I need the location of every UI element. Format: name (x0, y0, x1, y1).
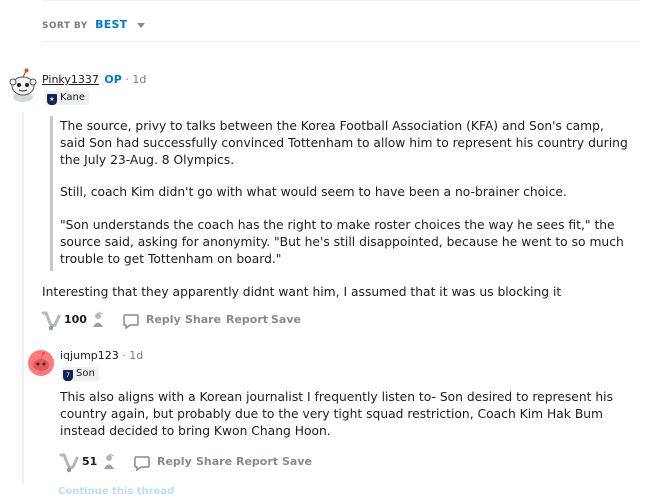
comment-meta: iqjump123 · 1d (60, 349, 143, 362)
downvote-icon[interactable] (101, 453, 117, 473)
quote-paragraph: The source, privy to talks between the K… (60, 119, 628, 167)
chevron-down-icon[interactable] (136, 23, 145, 28)
top-divider (42, 0, 640, 1)
share-button[interactable]: Share (196, 455, 232, 468)
reply-icon[interactable] (122, 312, 140, 330)
sort-bar[interactable]: SORT BY BEST (42, 18, 145, 31)
separator-dot: · (125, 73, 129, 86)
username-link[interactable]: Pinky1337 (42, 73, 99, 86)
comment-body: This also aligns with a Korean journalis… (60, 390, 613, 438)
user-flair: 7 Son (61, 367, 99, 381)
timestamp[interactable]: 1d (132, 73, 146, 86)
tottenham-crest-icon: ★ (47, 94, 57, 105)
comment-meta: Pinky1337 OP · 1d (42, 73, 146, 86)
reply-icon[interactable] (133, 454, 151, 472)
share-button[interactable]: Share (185, 313, 221, 326)
tottenham-crest-icon: 7 (63, 370, 73, 381)
upvote-icon[interactable] (58, 453, 80, 473)
comment-body: Interesting that they apparently didnt w… (42, 285, 562, 299)
vote-score: 51 (82, 455, 98, 468)
flair-label: Kane (60, 92, 85, 103)
snoo-avatar-icon[interactable] (8, 68, 38, 102)
sort-label: SORT BY (42, 21, 88, 31)
snoo-avatar-icon[interactable] (28, 350, 54, 376)
timestamp[interactable]: 1d (129, 349, 143, 362)
comment-actions: 51 Reply Share Report Save (58, 453, 378, 473)
sort-value[interactable]: BEST (95, 18, 127, 31)
downvote-icon[interactable] (90, 311, 106, 331)
sort-divider (42, 41, 640, 42)
separator-dot: · (122, 349, 126, 362)
op-badge: OP (104, 73, 122, 86)
vote-score: 100 (64, 313, 87, 326)
continue-thread-link[interactable]: Continue this thread (58, 486, 174, 497)
flair-label: Son (76, 368, 95, 379)
reply-button[interactable]: Reply (157, 455, 192, 468)
quote-paragraph: "Son understands the coach has the right… (60, 218, 624, 266)
comment-actions: 100 Reply Share Report Save (40, 311, 360, 331)
report-button[interactable]: Report (226, 313, 268, 326)
reply-button[interactable]: Reply (146, 313, 181, 326)
report-button[interactable]: Report (236, 455, 278, 468)
save-button[interactable]: Save (282, 455, 312, 468)
save-button[interactable]: Save (271, 313, 301, 326)
username-link[interactable]: iqjump123 (60, 349, 119, 362)
user-flair: ★ Kane (45, 91, 89, 105)
quote-paragraph: Still, coach Kim didn't go with what wou… (60, 185, 567, 199)
thread-line[interactable] (22, 112, 24, 484)
upvote-icon[interactable] (40, 311, 62, 331)
